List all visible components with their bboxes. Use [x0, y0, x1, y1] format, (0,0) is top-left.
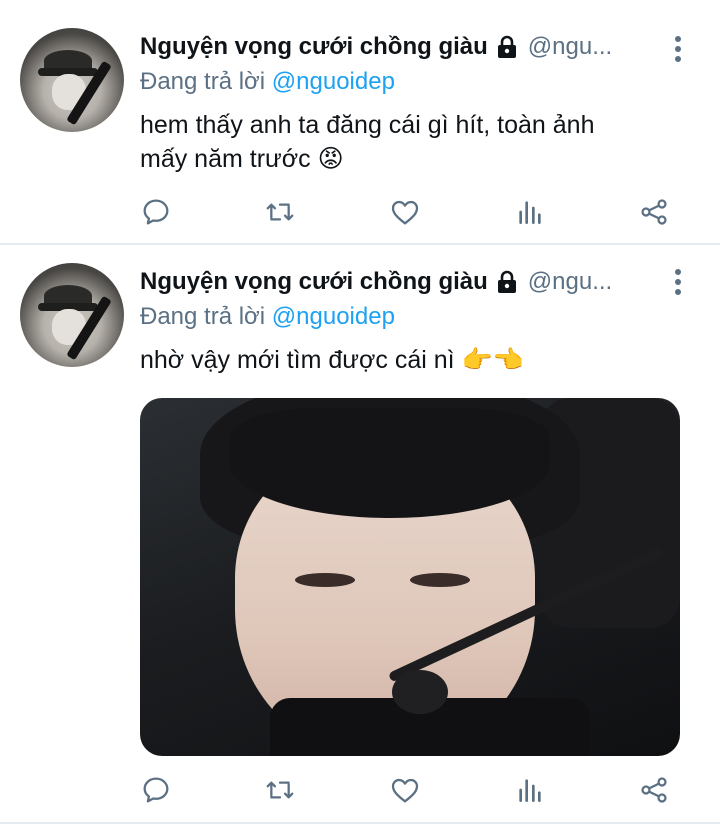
lock-icon — [494, 35, 520, 59]
tweet[interactable]: Nguyện vọng cưới chồng giàu @ngu... Đang… — [0, 245, 720, 825]
reply-context: Đang trả lời @nguoidep — [140, 68, 395, 96]
tweet-media-image[interactable] — [140, 398, 680, 756]
analytics-icon[interactable] — [510, 192, 550, 232]
tweet-text: nhờ vậy mới tìm được cái nì 👉👈 — [140, 343, 680, 377]
action-bar — [0, 770, 720, 810]
analytics-icon[interactable] — [510, 770, 550, 810]
tweet-text-line: nhờ vậy mới tìm được cái nì 👉👈 — [140, 346, 524, 374]
lock-icon — [494, 270, 520, 294]
reply-prefix: Đang trả lời — [140, 68, 266, 95]
reply-icon[interactable] — [136, 770, 176, 810]
handle[interactable]: @ngu... — [528, 268, 612, 296]
more-vertical-icon[interactable] — [668, 34, 688, 64]
reply-prefix: Đang trả lời — [140, 303, 266, 330]
retweet-icon[interactable] — [260, 770, 300, 810]
reply-context: Đang trả lời @nguoidep — [140, 303, 395, 331]
avatar[interactable] — [20, 28, 124, 132]
display-name[interactable]: Nguyện vọng cưới chồng giàu — [140, 268, 488, 296]
display-name[interactable]: Nguyện vọng cưới chồng giàu — [140, 33, 488, 61]
divider — [0, 822, 720, 824]
share-icon[interactable] — [634, 192, 674, 232]
handle[interactable]: @ngu... — [528, 33, 612, 61]
retweet-icon[interactable] — [260, 192, 300, 232]
avatar[interactable] — [20, 263, 124, 367]
more-vertical-icon[interactable] — [668, 267, 688, 297]
heart-icon[interactable] — [385, 770, 425, 810]
tweet-text-line: hem thấy anh ta đăng cái gì hít, toàn ản… — [140, 111, 595, 139]
mention-link[interactable]: @nguoidep — [272, 303, 395, 330]
heart-icon[interactable] — [385, 192, 425, 232]
share-icon[interactable] — [634, 770, 674, 810]
tweet-text-line: mấy năm trước 😡 — [140, 145, 344, 173]
tweet[interactable]: Nguyện vọng cưới chồng giàu @ngu... Đang… — [0, 0, 720, 245]
mention-link[interactable]: @nguoidep — [272, 68, 395, 95]
reply-icon[interactable] — [136, 192, 176, 232]
tweet-header: Nguyện vọng cưới chồng giàu @ngu... — [140, 265, 612, 299]
action-bar — [0, 192, 720, 232]
tweet-header: Nguyện vọng cưới chồng giàu @ngu... — [140, 30, 612, 64]
tweet-text: hem thấy anh ta đăng cái gì hít, toàn ản… — [140, 108, 680, 176]
